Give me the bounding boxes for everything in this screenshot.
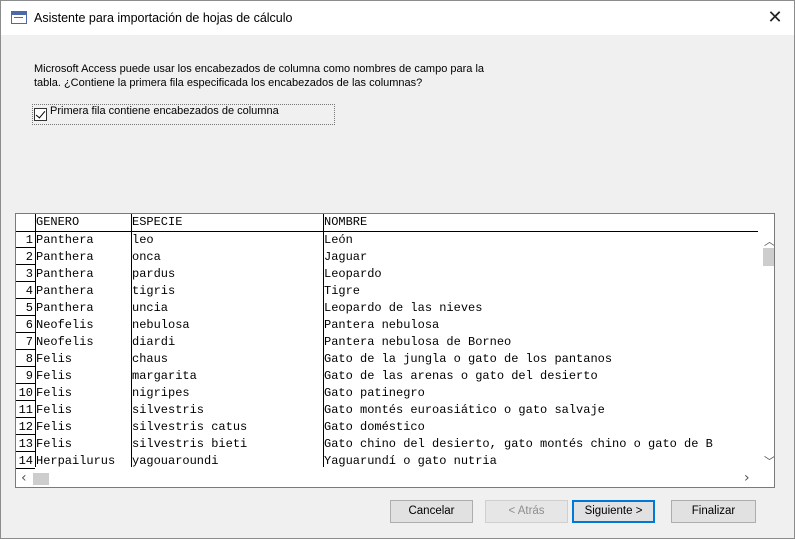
first-row-headers-checkbox[interactable]: Primera fila contiene encabezados de col… <box>32 104 335 125</box>
cell-genero: Neofelis <box>36 318 94 332</box>
table-row[interactable]: 9 Felis margarita Gato de las arenas o gato… <box>16 368 758 385</box>
cell-especie: nebulosa <box>132 318 190 332</box>
cell-especie: silvestris catus <box>132 420 248 434</box>
cell-nombre: Gato doméstico <box>324 420 425 434</box>
table-row[interactable]: 6 Neofelis nebulosa Pantera nebulosa <box>16 317 758 334</box>
row-number: 6 <box>16 317 35 333</box>
grid-rows: 1 Panthera leo León 2 Panthera onca Jaguar 3 Pant… <box>16 232 758 470</box>
cell-especie: uncia <box>132 301 169 315</box>
table-row[interactable]: 13 Felis silvestris bieti Gato chino del de… <box>16 436 758 453</box>
first-row-headers-label[interactable]: Primera fila contiene encabezados de col… <box>50 105 279 117</box>
cell-nombre: Gato chino del desierto, gato montés chi… <box>324 437 713 451</box>
cell-genero: Felis <box>36 437 73 451</box>
table-row[interactable]: 7 Neofelis diardi Pantera nebulosa de Borne… <box>16 334 758 351</box>
back-button[interactable]: < Atrás <box>485 500 568 523</box>
horizontal-scrollbar[interactable]: ‹ › <box>16 470 758 487</box>
column-header-nombre[interactable]: NOMBRE <box>324 215 367 229</box>
cell-especie: diardi <box>132 335 176 349</box>
row-number: 10 <box>16 385 35 401</box>
cell-genero: Herpailurus <box>36 454 116 468</box>
cell-especie: leo <box>132 233 154 247</box>
cell-genero: Panthera <box>36 267 94 281</box>
cell-nombre: Jaguar <box>324 250 368 264</box>
close-icon[interactable]: ✕ <box>761 5 789 31</box>
table-row[interactable]: 12 Felis silvestris catus Gato doméstico <box>16 419 758 436</box>
instructions-text: Microsoft Access puede usar los encabeza… <box>34 62 534 90</box>
cell-genero: Panthera <box>36 301 94 315</box>
row-number: 11 <box>16 402 35 418</box>
row-number: 7 <box>16 334 35 350</box>
column-header-especie[interactable]: ESPECIE <box>132 215 182 229</box>
row-number: 14 <box>16 453 35 469</box>
vertical-scroll-thumb[interactable] <box>763 248 774 266</box>
scroll-left-icon[interactable]: ‹ <box>21 470 27 486</box>
instructions-line-1: Microsoft Access puede usar los encabeza… <box>34 63 485 75</box>
row-number: 2 <box>16 249 35 265</box>
cell-especie: onca <box>132 250 161 264</box>
cell-genero: Panthera <box>36 233 94 247</box>
table-row[interactable]: 1 Panthera leo León <box>16 232 758 249</box>
table-row[interactable]: 5 Panthera uncia Leopardo de las nieves <box>16 300 758 317</box>
cell-genero: Felis <box>36 369 73 383</box>
cell-nombre: Pantera nebulosa de Borneo <box>324 335 512 349</box>
cell-nombre: Leopardo <box>324 267 382 281</box>
cell-nombre: Gato de la jungla o gato de los pantanos <box>324 352 613 366</box>
cell-especie: yagouaroundi <box>132 454 219 468</box>
window-title: Asistente para importación de hojas de c… <box>34 11 293 25</box>
finish-button[interactable]: Finalizar <box>671 500 756 523</box>
cell-genero: Neofelis <box>36 335 94 349</box>
cell-especie: pardus <box>132 267 176 281</box>
cell-genero: Panthera <box>36 284 94 298</box>
row-number: 5 <box>16 300 35 316</box>
table-row[interactable]: 2 Panthera onca Jaguar <box>16 249 758 266</box>
table-row[interactable]: 14 Herpailurus yagouaroundi Yaguarundí o ga… <box>16 453 758 470</box>
title-bar: Asistente para importación de hojas de c… <box>1 1 794 35</box>
cell-genero: Felis <box>36 352 73 366</box>
row-number: 12 <box>16 419 35 435</box>
cell-especie: margarita <box>132 369 197 383</box>
cell-especie: nigripes <box>132 386 190 400</box>
form-icon <box>11 11 27 24</box>
table-row[interactable]: 11 Felis silvestris Gato montés euroasiátic… <box>16 402 758 419</box>
scroll-right-icon[interactable]: › <box>744 470 750 486</box>
cell-especie: silvestris <box>132 403 205 417</box>
cell-especie: chaus <box>132 352 169 366</box>
row-number: 4 <box>16 283 35 299</box>
cell-nombre: Yaguarundí o gato nutria <box>324 454 497 468</box>
table-row[interactable]: 8 Felis chaus Gato de la jungla o gato de l… <box>16 351 758 368</box>
cell-nombre: Gato patinegro <box>324 386 425 400</box>
scroll-up-icon[interactable]: ︿ <box>764 233 774 249</box>
row-number: 9 <box>16 368 35 384</box>
cell-nombre: Gato de las arenas o gato del desierto <box>324 369 598 383</box>
cancel-button[interactable]: Cancelar <box>390 500 473 523</box>
cell-especie: silvestris bieti <box>132 437 248 451</box>
vertical-scrollbar[interactable]: ︿ ﹀ <box>761 231 774 469</box>
row-number: 3 <box>16 266 35 282</box>
cell-nombre: Pantera nebulosa <box>324 318 440 332</box>
next-button[interactable]: Siguiente > <box>572 500 655 523</box>
horizontal-scroll-thumb[interactable] <box>33 473 49 485</box>
cell-genero: Panthera <box>36 250 94 264</box>
row-number: 13 <box>16 436 35 452</box>
table-row[interactable]: 10 Felis nigripes Gato patinegro <box>16 385 758 402</box>
cell-nombre: Gato montés euroasiático o gato salvaje <box>324 403 605 417</box>
data-preview-grid[interactable]: GENERO ESPECIE NOMBRE 1 Panthera leo León 2 P… <box>15 213 775 488</box>
cell-especie: tigris <box>132 284 176 298</box>
checkbox-checked-icon[interactable] <box>34 108 47 121</box>
cell-genero: Felis <box>36 420 73 434</box>
scroll-down-icon[interactable]: ﹀ <box>764 453 774 469</box>
cell-nombre: Tigre <box>324 284 361 298</box>
row-number: 8 <box>16 351 35 367</box>
cell-nombre: Leopardo de las nieves <box>324 301 483 315</box>
table-row[interactable]: 4 Panthera tigris Tigre <box>16 283 758 300</box>
column-header-genero[interactable]: GENERO <box>36 215 79 229</box>
cell-nombre: León <box>324 233 353 247</box>
import-wizard-window: Asistente para importación de hojas de c… <box>0 0 795 539</box>
instructions-line-2: tabla. ¿Contiene la primera fila especif… <box>34 77 423 89</box>
row-number: 1 <box>16 232 35 248</box>
grid-header-row: GENERO ESPECIE NOMBRE <box>16 214 758 232</box>
cell-genero: Felis <box>36 386 73 400</box>
table-row[interactable]: 3 Panthera pardus Leopardo <box>16 266 758 283</box>
cell-genero: Felis <box>36 403 73 417</box>
